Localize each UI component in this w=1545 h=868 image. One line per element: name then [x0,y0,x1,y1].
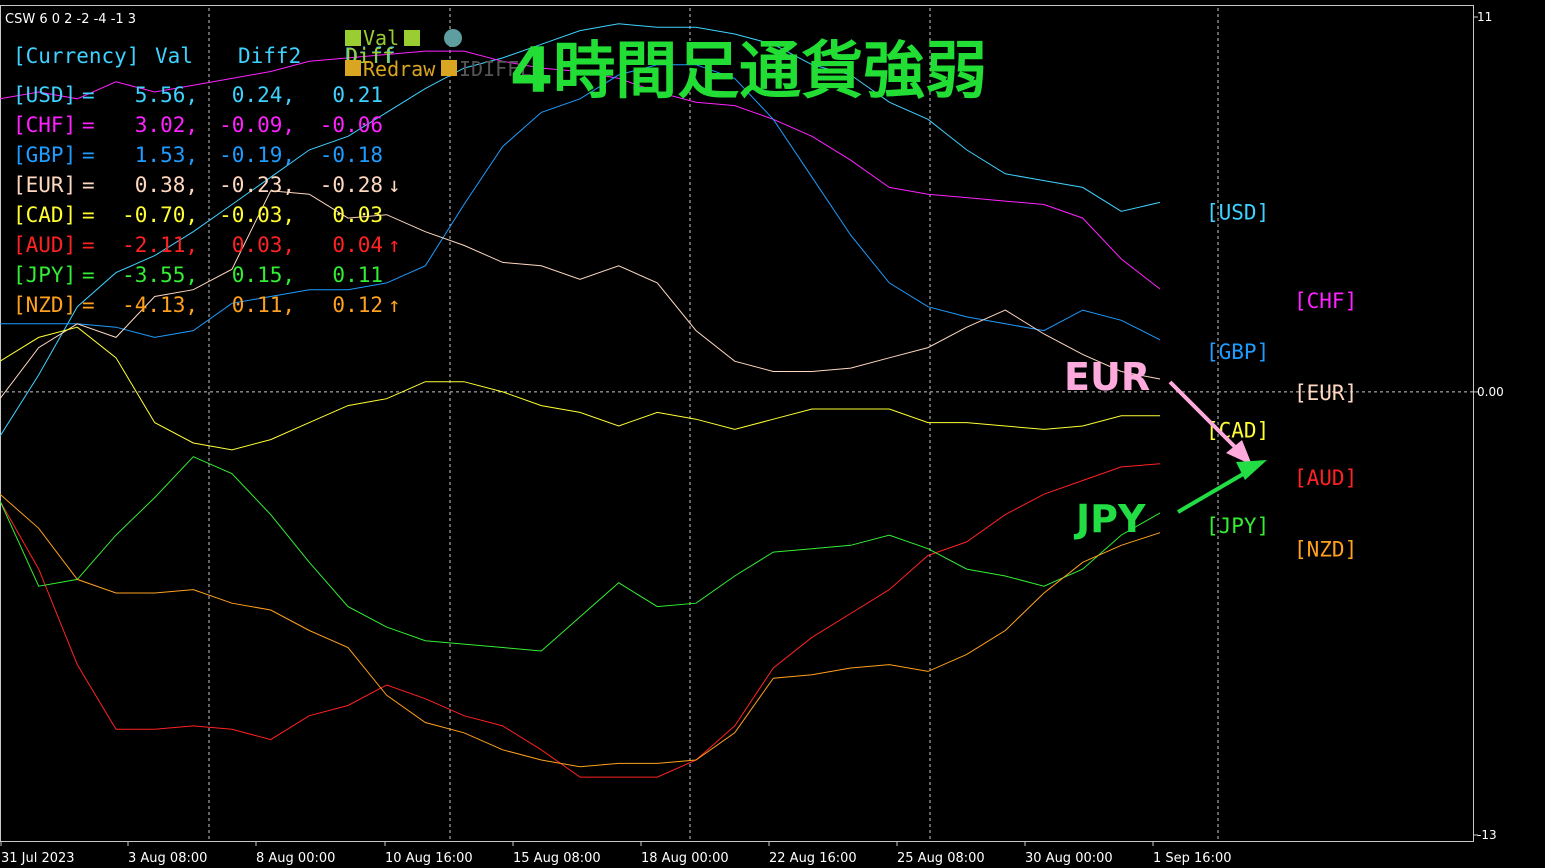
row-val: -0.70, [122,203,198,227]
x-tick-label: 8 Aug 00:00 [256,851,335,866]
row-equals: = [82,113,95,137]
row-equals: = [82,293,95,317]
table-header: Val [155,44,193,68]
x-tick-label: 31 Jul 2023 [1,851,75,866]
x-tick-label: 1 Sep 16:00 [1153,851,1232,866]
y-tick-label: -13 [1477,828,1497,842]
row-diff: -0.06 [320,113,383,137]
right-label-cad: [CAD] [1206,418,1269,442]
row-equals: = [82,143,95,167]
table-header: Diff2 [238,44,301,68]
row-val: 1.53, [135,143,198,167]
row-diff: -0.18 [320,143,383,167]
row-val: -4.13, [122,293,198,317]
right-label-aud: [AUD] [1294,466,1357,490]
row-equals: = [82,263,95,287]
row-equals: = [82,233,95,257]
row-currency: [JPY] [13,263,76,287]
row-arrow: ↑ [388,293,401,317]
row-diff: -0.28 [320,173,383,197]
right-label-jpy: [JPY] [1206,514,1269,538]
overlay-title: 4時間足通貨強弱 [510,34,987,107]
y-tick-label: 11 [1477,10,1492,24]
eur-annotation-label: EUR [1064,355,1150,399]
redraw-toggle-icon[interactable] [345,60,361,76]
row-diff2: 0.11, [232,293,295,317]
row-diff: 0.12 [332,293,383,317]
row-val: -3.55, [122,263,198,287]
idiff-toggle-icon[interactable] [441,60,457,76]
row-diff: 0.21 [332,83,383,107]
x-tick-label: 3 Aug 08:00 [128,851,207,866]
row-diff2: -0.03, [219,203,295,227]
x-tick-label: 18 Aug 00:00 [641,851,729,866]
teal-circle-icon[interactable] [444,29,462,47]
row-arrow: ↓ [388,173,401,197]
x-tick-label: 22 Aug 16:00 [769,851,857,866]
right-label-chf: [CHF] [1294,289,1357,313]
row-currency: [CAD] [13,203,76,227]
row-arrow: ↑ [388,233,401,257]
val-square-icon[interactable] [404,30,420,46]
right-label-nzd: [NZD] [1294,538,1357,562]
x-tick-label: 25 Aug 08:00 [897,851,985,866]
row-diff2: -0.23, [219,173,295,197]
currency-strength-chart: 11 0.00 -13 31 Jul 2023 3 Aug 08:00 8 Aug 00:… [0,0,1545,868]
right-label-gbp: [GBP] [1206,340,1269,364]
row-diff: 0.04 [332,233,383,257]
jpy-annotation-label: JPY [1073,497,1146,541]
row-equals: = [82,203,95,227]
x-tick-label: 30 Aug 00:00 [1025,851,1113,866]
redraw-button-label[interactable]: Redraw [363,57,436,81]
row-currency: [EUR] [13,173,76,197]
row-diff2: -0.09, [219,113,295,137]
row-equals: = [82,83,95,107]
row-currency: [NZD] [13,293,76,317]
x-tick-label: 10 Aug 16:00 [385,851,473,866]
row-currency: [USD] [13,83,76,107]
table-header: [Currency] [13,44,139,68]
row-diff: 0.11 [332,263,383,287]
row-diff: 0.03 [332,203,383,227]
y-tick-label: 0.00 [1477,385,1504,399]
row-currency: [GBP] [13,143,76,167]
row-diff2: -0.19, [219,143,295,167]
row-diff2: 0.15, [232,263,295,287]
row-equals: = [82,173,95,197]
indicator-name: CSW 6 0 2 -2 -4 -1 3 [5,12,136,27]
row-val: 0.38, [135,173,198,197]
right-label-eur: [EUR] [1294,381,1357,405]
row-val: -2.11, [122,233,198,257]
row-val: 5.56, [135,83,198,107]
row-currency: [AUD] [13,233,76,257]
row-currency: [CHF] [13,113,76,137]
row-diff2: 0.03, [232,233,295,257]
x-tick-label: 15 Aug 08:00 [513,851,601,866]
right-label-usd: [USD] [1206,200,1269,224]
row-diff2: 0.24, [232,83,295,107]
row-val: 3.02, [135,113,198,137]
